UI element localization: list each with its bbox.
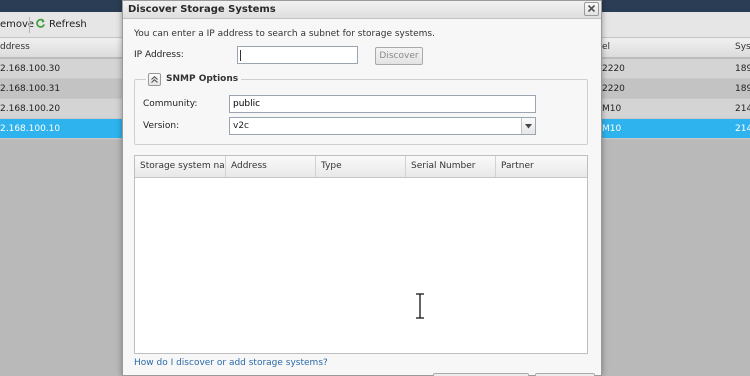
- discover-dialog: Discover Storage Systems You can enter a…: [122, 0, 602, 376]
- column-header-storage-system-name[interactable]: Storage system name: [135, 156, 226, 177]
- version-dropdown-button[interactable]: [521, 118, 535, 134]
- row-system: 214: [735, 124, 750, 134]
- results-table: Storage system name Address Type Serial …: [134, 155, 588, 354]
- version-select[interactable]: v2c: [229, 117, 536, 135]
- row-model: 2220: [602, 64, 625, 74]
- row-model: M10: [602, 104, 622, 114]
- chevron-up-icon: [151, 75, 158, 83]
- column-header-address[interactable]: Address: [226, 156, 316, 177]
- column-header-type[interactable]: Type: [316, 156, 406, 177]
- community-label: Community:: [143, 99, 198, 109]
- discover-button[interactable]: Discover: [375, 47, 423, 65]
- text-caret: [240, 50, 241, 61]
- ip-address-input[interactable]: [237, 46, 358, 64]
- ip-address-label: IP Address:: [134, 50, 184, 60]
- column-header-partner[interactable]: Partner: [496, 156, 587, 177]
- close-icon: [587, 4, 596, 13]
- refresh-icon: [36, 18, 45, 28]
- row-address: 2.168.100.10: [0, 124, 61, 134]
- toolbar-separator: [29, 17, 30, 33]
- refresh-button[interactable]: Refresh: [35, 18, 87, 32]
- column-header-model[interactable]: el: [602, 42, 610, 52]
- column-header-serial-number[interactable]: Serial Number: [406, 156, 496, 177]
- intro-text: You can enter a IP address to search a s…: [134, 29, 435, 39]
- dialog-title-bar[interactable]: Discover Storage Systems: [123, 1, 601, 19]
- column-header-system[interactable]: Syst: [735, 42, 750, 52]
- collapse-button[interactable]: [148, 72, 161, 86]
- row-system: 214: [735, 104, 750, 114]
- row-address: 2.168.100.31: [0, 84, 61, 94]
- version-selected-value: v2c: [233, 121, 250, 131]
- row-model: M10: [602, 124, 622, 134]
- snmp-options-legend: SNMP Options: [146, 72, 242, 86]
- column-header-address[interactable]: ddress: [0, 42, 30, 52]
- community-input[interactable]: [229, 95, 536, 113]
- row-address: 2.168.100.20: [0, 104, 61, 114]
- version-label: Version:: [143, 121, 180, 131]
- row-system: 189: [735, 64, 750, 74]
- chevron-down-icon: [525, 123, 532, 128]
- row-model: 2220: [602, 84, 625, 94]
- row-address: 2.168.100.30: [0, 64, 61, 74]
- results-table-header: Storage system name Address Type Serial …: [135, 156, 587, 178]
- row-system: 189: [735, 84, 750, 94]
- close-button[interactable]: [584, 2, 599, 16]
- snmp-options-title: SNMP Options: [166, 74, 239, 84]
- dialog-title: Discover Storage Systems: [128, 4, 276, 15]
- refresh-label: Refresh: [49, 19, 87, 30]
- text-cursor-icon: [416, 293, 424, 319]
- help-link[interactable]: How do I discover or add storage systems…: [134, 358, 328, 368]
